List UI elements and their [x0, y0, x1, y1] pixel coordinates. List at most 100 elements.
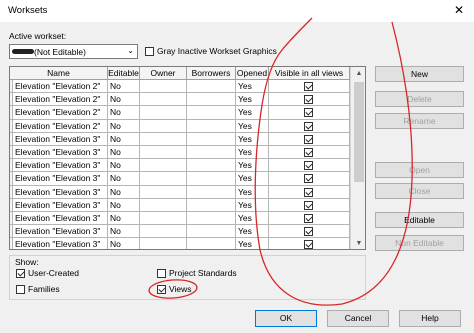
cell-name[interactable]: Elevation "Elevation 3" — [13, 225, 108, 239]
cell-visible-in-all-views[interactable] — [269, 132, 350, 146]
cell-opened[interactable]: Yes — [236, 185, 269, 199]
cell-owner[interactable] — [140, 198, 187, 212]
cell-name[interactable]: Elevation "Elevation 3" — [13, 146, 108, 160]
table-row[interactable]: Elevation "Elevation 2" No Yes — [10, 80, 365, 94]
cell-name[interactable]: Elevation "Elevation 2" — [13, 106, 108, 120]
cell-editable[interactable]: No — [108, 93, 140, 107]
cell-borrowers[interactable] — [187, 93, 236, 107]
cell-owner[interactable] — [140, 225, 187, 239]
cell-editable[interactable]: No — [108, 185, 140, 199]
cell-name[interactable]: Elevation "Elevation 3" — [13, 198, 108, 212]
cell-visible-in-all-views[interactable] — [269, 185, 350, 199]
cell-opened[interactable]: Yes — [236, 198, 269, 212]
cell-editable[interactable]: No — [108, 80, 140, 94]
column-header-name[interactable]: Name — [10, 67, 108, 80]
vertical-scrollbar[interactable]: ▲ ▼ — [350, 67, 365, 249]
cell-borrowers[interactable] — [187, 185, 236, 199]
cell-visible-in-all-views[interactable] — [269, 238, 350, 249]
visible-checkbox[interactable] — [304, 82, 313, 91]
visible-checkbox[interactable] — [304, 174, 313, 184]
cell-owner[interactable] — [140, 172, 187, 186]
cell-opened[interactable]: Yes — [236, 119, 269, 133]
cell-name[interactable]: Elevation "Elevation 3" — [13, 159, 108, 173]
scroll-down-icon[interactable]: ▼ — [351, 237, 365, 249]
cell-visible-in-all-views[interactable] — [269, 225, 350, 239]
cell-name[interactable]: Elevation "Elevation 2" — [13, 93, 108, 107]
scroll-up-icon[interactable]: ▲ — [351, 67, 365, 80]
cell-name[interactable]: Elevation "Elevation 3" — [13, 185, 108, 199]
cell-borrowers[interactable] — [187, 159, 236, 173]
cell-visible-in-all-views[interactable] — [269, 159, 350, 173]
cell-visible-in-all-views[interactable] — [269, 106, 350, 120]
rename-button[interactable]: Rename — [375, 113, 464, 129]
cell-opened[interactable]: Yes — [236, 132, 269, 146]
cell-editable[interactable]: No — [108, 159, 140, 173]
cell-name[interactable]: Elevation "Elevation 3" — [13, 132, 108, 146]
table-row[interactable]: Elevation "Elevation 2" No Yes — [10, 119, 365, 133]
visible-checkbox[interactable] — [304, 187, 313, 197]
cell-borrowers[interactable] — [187, 119, 236, 133]
close-icon[interactable]: ✕ — [450, 2, 468, 18]
cell-name[interactable]: Elevation "Elevation 2" — [13, 80, 108, 94]
cell-borrowers[interactable] — [187, 146, 236, 160]
cell-editable[interactable]: No — [108, 225, 140, 239]
table-row[interactable]: Elevation "Elevation 3" No Yes — [10, 159, 365, 173]
close-workset-button[interactable]: Close — [375, 183, 464, 199]
cell-borrowers[interactable] — [187, 132, 236, 146]
column-header-editable[interactable]: Editable — [108, 67, 140, 80]
cell-owner[interactable] — [140, 119, 187, 133]
cell-editable[interactable]: No — [108, 212, 140, 226]
delete-button[interactable]: Delete — [375, 91, 464, 107]
views-checkbox[interactable] — [157, 285, 166, 294]
table-row[interactable]: Elevation "Elevation 3" No Yes — [10, 172, 365, 186]
cell-opened[interactable]: Yes — [236, 225, 269, 239]
help-button[interactable]: Help — [399, 310, 461, 327]
cell-editable[interactable]: No — [108, 238, 140, 249]
cell-opened[interactable]: Yes — [236, 159, 269, 173]
cell-name[interactable]: Elevation "Elevation 3" — [13, 238, 108, 249]
column-header-visible[interactable]: Visible in all views — [269, 67, 350, 80]
non-editable-button[interactable]: Non Editable — [375, 235, 464, 251]
visible-checkbox[interactable] — [304, 121, 313, 131]
column-header-owner[interactable]: Owner — [140, 67, 187, 80]
table-row[interactable]: Elevation "Elevation 3" No Yes — [10, 146, 365, 160]
cell-owner[interactable] — [140, 159, 187, 173]
cell-editable[interactable]: No — [108, 106, 140, 120]
cell-owner[interactable] — [140, 93, 187, 107]
cell-opened[interactable]: Yes — [236, 106, 269, 120]
cell-opened[interactable]: Yes — [236, 212, 269, 226]
table-row[interactable]: Elevation "Elevation 3" No Yes — [10, 212, 365, 226]
cell-borrowers[interactable] — [187, 225, 236, 239]
table-row[interactable]: Elevation "Elevation 3" No Yes — [10, 198, 365, 212]
cancel-button[interactable]: Cancel — [327, 310, 389, 327]
open-button[interactable]: Open — [375, 162, 464, 178]
cell-borrowers[interactable] — [187, 212, 236, 226]
visible-checkbox[interactable] — [304, 95, 313, 105]
cell-editable[interactable]: No — [108, 119, 140, 133]
cell-editable[interactable]: No — [108, 132, 140, 146]
cell-editable[interactable]: No — [108, 198, 140, 212]
visible-checkbox[interactable] — [304, 200, 313, 210]
cell-borrowers[interactable] — [187, 198, 236, 212]
scroll-thumb[interactable] — [354, 82, 364, 182]
cell-visible-in-all-views[interactable] — [269, 198, 350, 212]
table-row[interactable]: Elevation "Elevation 3" No Yes — [10, 132, 365, 146]
visible-checkbox[interactable] — [304, 148, 313, 157]
cell-editable[interactable]: No — [108, 146, 140, 160]
cell-owner[interactable] — [140, 212, 187, 226]
table-row[interactable]: Elevation "Elevation 3" No Yes — [10, 238, 365, 249]
table-row[interactable]: Elevation "Elevation 3" No Yes — [10, 185, 365, 199]
cell-opened[interactable]: Yes — [236, 172, 269, 186]
cell-opened[interactable]: Yes — [236, 146, 269, 160]
gray-inactive-checkbox[interactable] — [145, 47, 154, 56]
table-row[interactable]: Elevation "Elevation 2" No Yes — [10, 93, 365, 107]
cell-name[interactable]: Elevation "Elevation 3" — [13, 212, 108, 226]
editable-button[interactable]: Editable — [375, 212, 464, 228]
cell-owner[interactable] — [140, 106, 187, 120]
cell-visible-in-all-views[interactable] — [269, 212, 350, 226]
visible-checkbox[interactable] — [304, 161, 313, 171]
new-button[interactable]: New — [375, 66, 464, 82]
cell-name[interactable]: Elevation "Elevation 2" — [13, 119, 108, 133]
cell-opened[interactable]: Yes — [236, 238, 269, 249]
cell-borrowers[interactable] — [187, 172, 236, 186]
